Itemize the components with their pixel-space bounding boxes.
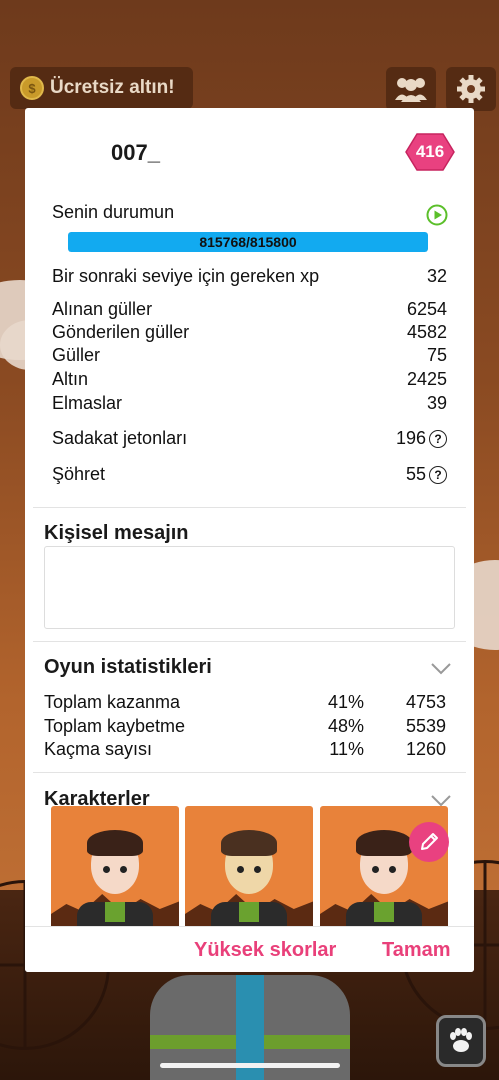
divider (33, 772, 466, 773)
game-stat-label: Toplam kaybetme (44, 716, 186, 736)
stat-row-roses: Güller 75 (52, 345, 447, 366)
stat-value: 39 (426, 393, 447, 413)
game-stat-label: Kaçma sayısı (44, 739, 153, 759)
free-gold-label: Ücretsiz altın! (50, 77, 175, 98)
username: 007_ (111, 140, 160, 165)
help-icon[interactable]: ? (429, 429, 447, 448)
pencil-icon (421, 833, 438, 850)
game-stat-label: Toplam kazanma (44, 692, 181, 712)
stat-value: 6254 (406, 299, 447, 319)
stat-label: Bir sonraki seviye için gereken xp (52, 266, 320, 286)
personal-message-title: Kişisel mesajın (44, 522, 189, 544)
stat-value: 4582 (406, 322, 447, 342)
stat-value: 32 (426, 266, 447, 286)
personal-message-input[interactable] (44, 546, 455, 629)
stat-label: Sadakat jetonları (52, 428, 188, 448)
paw-icon (450, 1028, 472, 1052)
stat-label: Gönderilen güller (52, 322, 190, 342)
stat-label: Güller (52, 345, 101, 365)
game-stat-percent: 11% (329, 739, 364, 759)
game-stat-count: 5539 (405, 716, 446, 736)
play-icon[interactable] (426, 204, 448, 226)
gear-icon (457, 75, 485, 103)
edit-character-button[interactable] (409, 822, 449, 862)
stat-value: 2425 (406, 369, 447, 389)
people-icon (395, 78, 427, 102)
stat-value: 196 (395, 428, 426, 448)
dialog-footer: Yüksek skorlar Tamam (25, 926, 474, 972)
divider (33, 507, 466, 508)
status-title: Senin durumun (52, 202, 175, 222)
game-stats-title: Oyun istatistikleri (44, 656, 212, 678)
character-card[interactable] (51, 806, 179, 934)
stat-row-fame: Şöhret 55 ? (52, 464, 447, 485)
game-stat-percent: 48% (327, 716, 364, 736)
stat-label: Şöhret (52, 464, 106, 484)
stat-label: Alınan güller (52, 299, 153, 319)
stat-value: 55 (405, 464, 426, 484)
settings-button[interactable] (446, 67, 496, 111)
stat-label: Altın (52, 369, 89, 389)
stat-row-sent-roses: Gönderilen güller 4582 (52, 322, 447, 343)
stat-row-next-level-xp: Bir sonraki seviye için gereken xp 32 (52, 266, 447, 287)
stat-row-loyalty-tokens: Sadakat jetonları 196 ? (52, 428, 447, 449)
game-stat-count: 4753 (405, 692, 446, 712)
xp-progress-text: 815768/815800 (199, 234, 297, 250)
xp-progress-bar: 815768/815800 (68, 232, 428, 252)
level-value: 416 (415, 142, 445, 161)
highscores-button[interactable]: Yüksek skorlar (194, 939, 336, 962)
ok-button[interactable]: Tamam (382, 939, 451, 962)
character-card[interactable] (185, 806, 313, 934)
paw-button[interactable] (436, 1015, 486, 1067)
stat-value: 75 (426, 345, 447, 365)
home-indicator[interactable] (160, 1063, 340, 1068)
free-gold-button[interactable]: $ Ücretsiz altın! (10, 67, 193, 109)
stat-row-diamonds: Elmaslar 39 (52, 393, 447, 414)
coin-icon: $ (20, 76, 44, 100)
stat-row-gold: Altın 2425 (52, 369, 447, 390)
profile-dialog: 007_ 416 Senin durumun 815768/815800 Bir… (25, 108, 474, 972)
level-badge: 416 (405, 133, 455, 171)
stat-row-received-roses: Alınan güller 6254 (52, 299, 447, 320)
friends-button[interactable] (386, 67, 436, 111)
divider (33, 641, 466, 642)
game-stat-count: 1260 (405, 739, 446, 759)
stat-label: Elmaslar (52, 393, 123, 413)
help-icon[interactable]: ? (429, 465, 447, 484)
chevron-down-icon[interactable] (430, 662, 452, 676)
game-stat-percent: 41% (327, 692, 364, 712)
